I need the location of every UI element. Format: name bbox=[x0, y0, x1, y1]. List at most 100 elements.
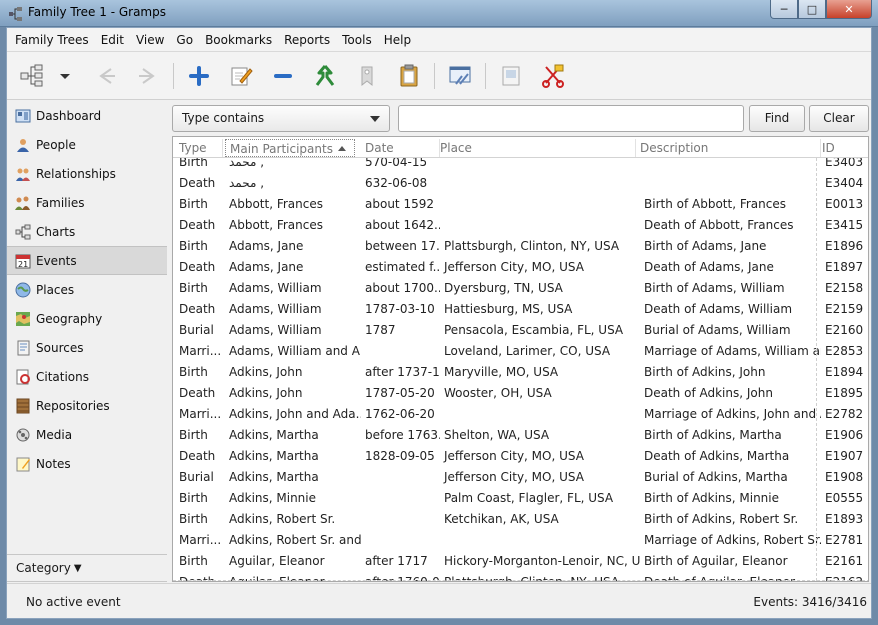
sidebar-item-events[interactable]: 21 Events bbox=[7, 246, 167, 275]
column-header-id[interactable]: ID bbox=[818, 139, 868, 157]
cell-place bbox=[440, 530, 640, 551]
cut-button[interactable] bbox=[536, 59, 570, 93]
cell-main-participants: Adkins, Martha bbox=[229, 428, 319, 442]
cell-id: E2782 bbox=[825, 407, 864, 421]
column-header-date[interactable]: Date bbox=[361, 139, 440, 157]
sidebar-item-citations[interactable]: Citations bbox=[7, 362, 167, 391]
table-row[interactable]: Marri... Adkins, John and Ada... 1762-06-2… bbox=[173, 404, 868, 425]
clipboard-icon bbox=[400, 64, 418, 86]
cell-description: Birth of Adkins, Minnie bbox=[644, 491, 780, 505]
menu-help[interactable]: Help bbox=[378, 28, 417, 52]
table-row[interactable]: Birth Adkins, Martha before 1763... Shelton… bbox=[173, 425, 868, 446]
cell-main-participants: محمد , bbox=[229, 176, 265, 190]
table-row[interactable]: Death Adams, William 1787-03-10 Hattiesburg… bbox=[173, 299, 868, 320]
sidebar-item-repositories[interactable]: Repositories bbox=[7, 391, 167, 420]
sidebar-item-label: Dashboard bbox=[36, 108, 102, 123]
table-row[interactable]: Death Adams, Jane estimated f... Jefferson … bbox=[173, 257, 868, 278]
filter-type-combo[interactable]: Type contains bbox=[172, 105, 390, 132]
pedigree-dropdown[interactable] bbox=[57, 59, 73, 93]
menu-reports[interactable]: Reports bbox=[278, 28, 336, 52]
table-row[interactable]: Birth Adams, Jane between 17... Plattsburgh… bbox=[173, 236, 868, 257]
menu-view[interactable]: View bbox=[130, 28, 170, 52]
cell-description: Birth of Adkins, Robert Sr. bbox=[644, 512, 799, 526]
sidebar-item-charts[interactable]: Charts bbox=[7, 217, 167, 246]
clear-button[interactable]: Clear bbox=[809, 105, 869, 132]
configure-view-icon bbox=[449, 66, 471, 85]
cell-date: about 1700... bbox=[365, 281, 440, 295]
table-body: Birth محمد , 570-04-15 E3403 Death محمد , 632-… bbox=[173, 158, 868, 581]
sidebar-item-label: Places bbox=[36, 282, 75, 297]
menu-edit[interactable]: Edit bbox=[95, 28, 130, 52]
cell-main-participants: محمد , bbox=[229, 158, 265, 169]
cell-place: Hattiesburg, MS, USA bbox=[444, 302, 573, 316]
cell-id: E2853 bbox=[825, 344, 864, 358]
cell-place bbox=[440, 194, 640, 215]
cell-description: Birth of Abbott, Frances bbox=[644, 197, 786, 211]
sidebar-item-families[interactable]: Families bbox=[7, 188, 167, 217]
cell-type: Death bbox=[179, 218, 216, 232]
table-row[interactable]: Birth Adkins, John after 1737-1... Maryvill… bbox=[173, 362, 868, 383]
menu-family-trees[interactable]: Family Trees bbox=[9, 28, 95, 52]
toolbar-separator bbox=[434, 62, 435, 89]
close-button[interactable]: ✕ bbox=[826, 0, 872, 19]
edit-event-button[interactable] bbox=[224, 59, 258, 93]
sidebar-toggle-button[interactable] bbox=[494, 59, 528, 93]
sidebar-item-relationships[interactable]: Relationships bbox=[7, 159, 167, 188]
sidebar-item-people[interactable]: People bbox=[7, 130, 167, 159]
menu-tools[interactable]: Tools bbox=[336, 28, 378, 52]
table-row[interactable]: Birth Adkins, Robert Sr. Ketchikan, AK, US… bbox=[173, 509, 868, 530]
column-header-main-participants[interactable]: Main Participants bbox=[225, 139, 355, 157]
category-dropdown[interactable]: Category ▼ bbox=[7, 554, 167, 582]
search-input[interactable] bbox=[398, 105, 744, 132]
table-row[interactable]: Burial Adkins, Martha Jefferson City, MO, … bbox=[173, 467, 868, 488]
sidebar-item-label: Citations bbox=[36, 369, 90, 384]
table-row[interactable]: Death Adkins, Martha 1828-09-05 Jefferson C… bbox=[173, 446, 868, 467]
minimize-button[interactable]: ─ bbox=[770, 0, 798, 19]
forward-button[interactable] bbox=[131, 59, 165, 93]
sidebar-item-sources[interactable]: Sources bbox=[7, 333, 167, 362]
column-header-description[interactable]: Description bbox=[636, 139, 821, 157]
find-button[interactable]: Find bbox=[749, 105, 805, 132]
configure-view-button[interactable] bbox=[443, 59, 477, 93]
merge-button[interactable] bbox=[308, 59, 342, 93]
chevron-down-icon: ▼ bbox=[73, 562, 82, 574]
table-rows: Birth محمد , 570-04-15 E3403 Death محمد , 632-… bbox=[173, 158, 868, 581]
sidebar-item-dashboard[interactable]: Dashboard bbox=[7, 101, 167, 130]
table-row[interactable]: Death Abbott, Frances about 1642... Death o… bbox=[173, 215, 868, 236]
back-button[interactable] bbox=[89, 59, 123, 93]
cell-description: Birth of Adkins, Martha bbox=[644, 428, 782, 442]
table-row[interactable]: Marri... Adkins, Robert Sr. and ... Marria… bbox=[173, 530, 868, 551]
toolbar bbox=[7, 52, 871, 100]
table-row[interactable]: Birth Adams, William about 1700... Dyersbur… bbox=[173, 278, 868, 299]
table-row[interactable]: Birth Abbott, Frances about 1592 Birth of A… bbox=[173, 194, 868, 215]
table-row[interactable]: Marri... Adams, William and A... Loveland,… bbox=[173, 341, 868, 362]
sidebar-item-places[interactable]: Places bbox=[7, 275, 167, 304]
maximize-button[interactable]: □ bbox=[798, 0, 826, 19]
cell-date: between 17... bbox=[365, 239, 440, 253]
cell-main-participants: Abbott, Frances bbox=[229, 197, 323, 211]
sidebar-item-notes[interactable]: Notes bbox=[7, 449, 167, 478]
pedigree-button[interactable] bbox=[15, 59, 49, 93]
column-header-place[interactable]: Place bbox=[436, 139, 636, 157]
pedigree-icon bbox=[20, 64, 43, 86]
menu-go[interactable]: Go bbox=[170, 28, 199, 52]
gramps-app-icon bbox=[9, 7, 22, 21]
repositories-icon bbox=[15, 398, 31, 414]
clipboard-button[interactable] bbox=[392, 59, 426, 93]
remove-event-button[interactable] bbox=[266, 59, 300, 93]
table-row[interactable]: Birth Aguilar, Eleanor after 1717 Hickory-M… bbox=[173, 551, 868, 572]
table-row[interactable]: Birth Adkins, Minnie Palm Coast, Flagler, … bbox=[173, 488, 868, 509]
table-row[interactable]: Burial Adams, William 1787 Pensacola, Escam… bbox=[173, 320, 868, 341]
sidebar-item-label: Repositories bbox=[36, 398, 110, 413]
sidebar-item-media[interactable]: Media bbox=[7, 420, 167, 449]
table-row[interactable]: Death Adkins, John 1787-05-20 Wooster, OH, … bbox=[173, 383, 868, 404]
table-row[interactable]: Death محمد , 632-06-08 E3404 bbox=[173, 173, 868, 194]
sidebar-item-label: Media bbox=[36, 427, 73, 442]
add-event-button[interactable] bbox=[182, 59, 216, 93]
cell-main-participants: Adams, William bbox=[229, 323, 322, 337]
menu-bookmarks[interactable]: Bookmarks bbox=[199, 28, 278, 52]
tag-button[interactable] bbox=[350, 59, 384, 93]
column-header-type[interactable]: Type bbox=[175, 139, 223, 157]
sidebar-item-geography[interactable]: Geography bbox=[7, 304, 167, 333]
table-row[interactable]: Birth محمد , 570-04-15 E3403 bbox=[173, 158, 868, 173]
